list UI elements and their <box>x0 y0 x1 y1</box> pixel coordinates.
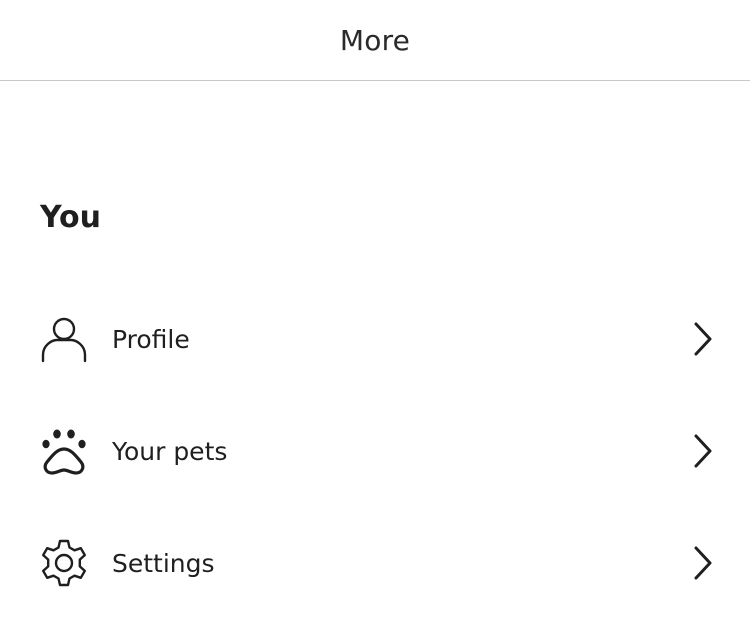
gear-icon <box>40 539 88 587</box>
menu-list: Profile Your pets Settings <box>0 283 750 619</box>
paw-icon <box>40 427 88 475</box>
menu-item-label: Your pets <box>112 436 228 466</box>
chevron-right-icon <box>690 545 714 581</box>
menu-item-profile[interactable]: Profile <box>0 283 750 395</box>
chevron-right-icon <box>690 433 714 469</box>
header-bar: More <box>0 0 750 81</box>
menu-item-your-pets[interactable]: Your pets <box>0 395 750 507</box>
person-icon <box>40 315 88 363</box>
section-heading-you: You <box>40 200 101 235</box>
chevron-right-icon <box>690 321 714 357</box>
page-title: More <box>339 23 411 57</box>
menu-item-settings[interactable]: Settings <box>0 507 750 619</box>
menu-item-label: Profile <box>112 324 190 354</box>
menu-item-label: Settings <box>112 548 215 578</box>
